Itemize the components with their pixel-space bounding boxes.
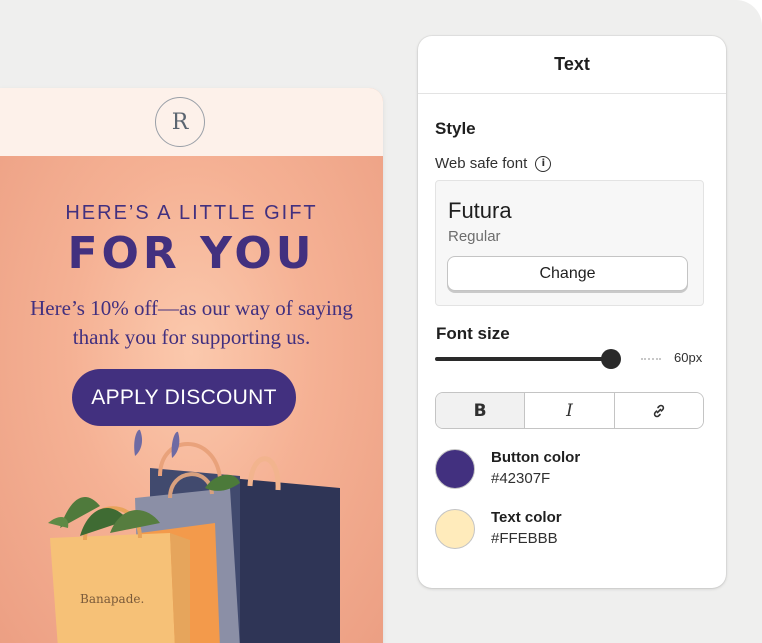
panel-title: Text <box>418 36 726 94</box>
button-color-label: Button color <box>491 449 581 466</box>
apply-discount-button[interactable]: APPLY DISCOUNT <box>72 369 296 426</box>
font-name: Futura <box>448 198 512 223</box>
email-body-text[interactable]: Here’s 10% off—as our way of saying than… <box>10 294 373 352</box>
app-canvas: R HERE’S A LITTLE GIFT FOR YOU Here’s 10… <box>0 0 762 643</box>
email-hero: HERE’S A LITTLE GIFT FOR YOU Here’s 10% … <box>0 156 383 643</box>
email-header: R <box>0 88 383 156</box>
email-headline[interactable]: FOR YOU <box>0 228 383 279</box>
info-icon[interactable]: i <box>535 155 552 172</box>
text-color-row[interactable]: Text color #FFEBBB <box>435 508 562 550</box>
text-format-toolbar: B I <box>435 392 704 429</box>
slider-track <box>435 357 611 361</box>
text-color-swatch[interactable] <box>435 509 475 549</box>
bold-icon: B <box>473 400 487 421</box>
slider-thumb[interactable] <box>601 349 621 369</box>
font-card: Futura Regular Change <box>435 180 704 306</box>
italic-icon: I <box>566 400 573 421</box>
style-heading: Style <box>435 119 476 138</box>
button-color-hex[interactable]: #42307F <box>491 468 580 490</box>
email-kicker[interactable]: HERE’S A LITTLE GIFT <box>0 202 383 225</box>
shopping-bags-image: Banapade. <box>48 429 340 643</box>
change-font-button[interactable]: Change <box>447 256 688 291</box>
email-preview: R HERE’S A LITTLE GIFT FOR YOU Here’s 10… <box>0 88 383 643</box>
web-safe-font-text: Web safe font <box>435 155 528 172</box>
slider-rest-track <box>641 358 661 360</box>
email-body-line: thank you for supporting us. <box>72 325 311 349</box>
font-size-heading: Font size <box>436 324 510 343</box>
link-button[interactable] <box>614 393 703 428</box>
font-size-slider[interactable] <box>435 349 663 369</box>
web-safe-font-label: Web safe font i <box>435 155 552 172</box>
text-color-hex[interactable]: #FFEBBB <box>491 528 562 550</box>
link-icon <box>653 404 664 417</box>
email-body-line: Here’s 10% off—as our way of saying <box>30 296 353 320</box>
text-settings-panel: Text Style Web safe font i Futura Regula… <box>418 36 726 588</box>
bold-button[interactable]: B <box>436 393 526 428</box>
text-color-label: Text color <box>491 509 562 526</box>
font-weight: Regular <box>448 228 501 245</box>
button-color-swatch[interactable] <box>435 449 475 489</box>
bag-brand-text: Banapade. <box>80 592 144 606</box>
font-size-value: 60px <box>674 350 703 365</box>
brand-logo: R <box>155 97 205 147</box>
italic-button[interactable]: I <box>525 393 615 428</box>
button-color-row[interactable]: Button color #42307F <box>435 448 580 490</box>
